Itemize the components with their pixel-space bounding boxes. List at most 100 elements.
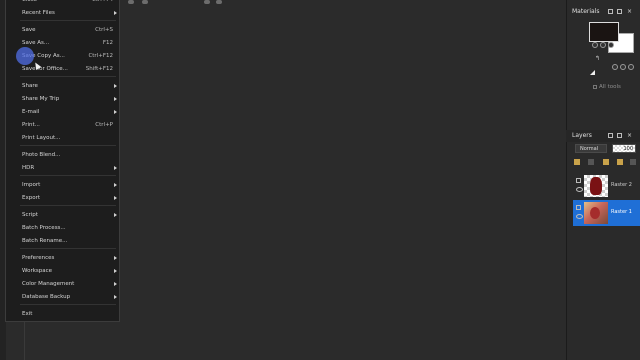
menu-item-label: Print Layout...: [22, 135, 61, 141]
layer-thumbnail: [584, 175, 608, 197]
close-icon[interactable]: ×: [627, 9, 632, 15]
submenu-arrow-icon: [114, 256, 117, 260]
visibility-eye-icon[interactable]: [576, 187, 583, 192]
menu-item-shortcut: Ctrl+F4: [91, 0, 113, 3]
menu-item-shortcut: Ctrl+S: [95, 27, 113, 33]
reset-colors-icon[interactable]: [590, 70, 595, 75]
submenu-arrow-icon: [114, 213, 117, 217]
blend-mode-dropdown[interactable]: Normal: [575, 144, 607, 153]
all-tools-label: All tools: [599, 84, 621, 90]
menu-item-label: Workspace: [22, 268, 53, 274]
menu-separator: [20, 76, 116, 77]
new-layer-icon[interactable]: [574, 159, 580, 165]
cursor-highlight: [16, 47, 34, 65]
menu-separator: [20, 248, 116, 249]
menu-item-script[interactable]: Script: [6, 210, 119, 221]
submenu-arrow-icon: [114, 84, 117, 88]
menu-item-print[interactable]: Print... Ctrl+P: [6, 120, 119, 131]
layer-name: Raster 1: [611, 209, 632, 215]
menu-item-exit[interactable]: Exit: [6, 309, 119, 320]
panel-options-icon[interactable]: [608, 9, 613, 14]
menu-separator: [20, 205, 116, 206]
submenu-arrow-icon: [114, 11, 117, 15]
material-texture-icon[interactable]: [600, 42, 606, 48]
layer-thumbnail: [584, 202, 608, 224]
menu-separator: [20, 20, 116, 21]
layer-lock-icon[interactable]: [576, 205, 581, 210]
menu-item-save[interactable]: Save Ctrl+S: [6, 25, 119, 36]
visibility-eye-icon[interactable]: [576, 214, 583, 219]
submenu-arrow-icon: [114, 295, 117, 299]
layer-row-raster-2[interactable]: Raster 2: [573, 173, 640, 199]
menu-item-save-for-office[interactable]: Save for Office... Shift+F12: [6, 64, 119, 75]
menu-separator: [20, 304, 116, 305]
menu-item-label: Batch Rename...: [22, 238, 68, 244]
menu-item-import[interactable]: Import: [6, 180, 119, 191]
opacity-field[interactable]: 100: [612, 144, 636, 153]
menu-item-share[interactable]: Share: [6, 81, 119, 92]
submenu-arrow-icon: [114, 269, 117, 273]
menu-item-label: Preferences: [22, 255, 55, 261]
menu-item-label: Batch Process...: [22, 225, 66, 231]
menu-item-hdr[interactable]: HDR: [6, 163, 119, 174]
menu-item-print-layout[interactable]: Print Layout...: [6, 133, 119, 144]
foreground-color-swatch[interactable]: [589, 22, 619, 42]
layers-title: Layers: [572, 132, 592, 139]
toolbar-icon[interactable]: [128, 0, 134, 4]
menu-item-photo-blend[interactable]: Photo Blend...: [6, 150, 119, 161]
menu-item-close[interactable]: Close Ctrl+F4: [6, 0, 119, 6]
menu-item-recent-files[interactable]: Recent Files: [6, 8, 119, 19]
menu-item-batch-rename[interactable]: Batch Rename...: [6, 236, 119, 247]
menu-item-label: Database Backup: [22, 294, 71, 300]
material-style-icon[interactable]: [612, 64, 618, 70]
menu-item-label: Import: [22, 182, 41, 188]
menu-item-label: Save: [22, 27, 36, 33]
material-style-icon[interactable]: [592, 42, 598, 48]
toolbar-icon[interactable]: [216, 0, 222, 4]
menu-item-database-backup[interactable]: Database Backup: [6, 292, 119, 303]
menu-item-label: Photo Blend...: [22, 152, 61, 158]
mask-icon[interactable]: [603, 159, 609, 165]
submenu-arrow-icon: [114, 196, 117, 200]
delete-layer-icon[interactable]: [630, 159, 636, 165]
lock-icon[interactable]: [617, 159, 623, 165]
menu-item-e-mail[interactable]: E-mail: [6, 107, 119, 118]
menu-item-workspace[interactable]: Workspace: [6, 266, 119, 277]
all-tools-checkbox[interactable]: [593, 85, 597, 89]
swap-colors-icon[interactable]: ↰: [595, 55, 600, 62]
submenu-arrow-icon: [114, 282, 117, 286]
menu-item-label: Color Management: [22, 281, 75, 287]
submenu-arrow-icon: [114, 166, 117, 170]
panel-pin-icon[interactable]: [617, 9, 622, 14]
submenu-arrow-icon: [114, 97, 117, 101]
menu-item-shortcut: Ctrl+F12: [88, 53, 113, 59]
materials-title: Materials: [572, 8, 600, 15]
layer-lock-icon[interactable]: [576, 178, 581, 183]
material-transparent-icon[interactable]: [628, 64, 634, 70]
menu-item-color-management[interactable]: Color Management: [6, 279, 119, 290]
menu-item-label: Exit: [22, 311, 33, 317]
toolbar-icon[interactable]: [204, 0, 210, 4]
menu-item-export[interactable]: Export: [6, 193, 119, 204]
menu-item-batch-process[interactable]: Batch Process...: [6, 223, 119, 234]
menu-item-label: Export: [22, 195, 41, 201]
panel-options-icon[interactable]: [608, 133, 613, 138]
toolbar-icon[interactable]: [142, 0, 148, 4]
menu-item-label: Save for Office...: [22, 66, 68, 72]
menu-item-label: Share: [22, 83, 38, 89]
material-texture-icon[interactable]: [620, 64, 626, 70]
menu-item-shortcut: Ctrl+P: [95, 122, 113, 128]
menu-item-preferences[interactable]: Preferences: [6, 253, 119, 264]
menu-item-label: Print...: [22, 122, 40, 128]
layer-row-raster-1[interactable]: Raster 1: [573, 200, 640, 226]
menu-item-label: HDR: [22, 165, 35, 171]
layer-group-icon[interactable]: [588, 159, 594, 165]
submenu-arrow-icon: [114, 110, 117, 114]
menu-item-label: Share My Trip: [22, 96, 60, 102]
close-icon[interactable]: ×: [627, 133, 632, 139]
menu-item-label: E-mail: [22, 109, 40, 115]
menu-item-share-my-trip[interactable]: Share My Trip: [6, 94, 119, 105]
submenu-arrow-icon: [114, 183, 117, 187]
panel-pin-icon[interactable]: [617, 133, 622, 138]
material-transparent-icon[interactable]: [608, 42, 614, 48]
